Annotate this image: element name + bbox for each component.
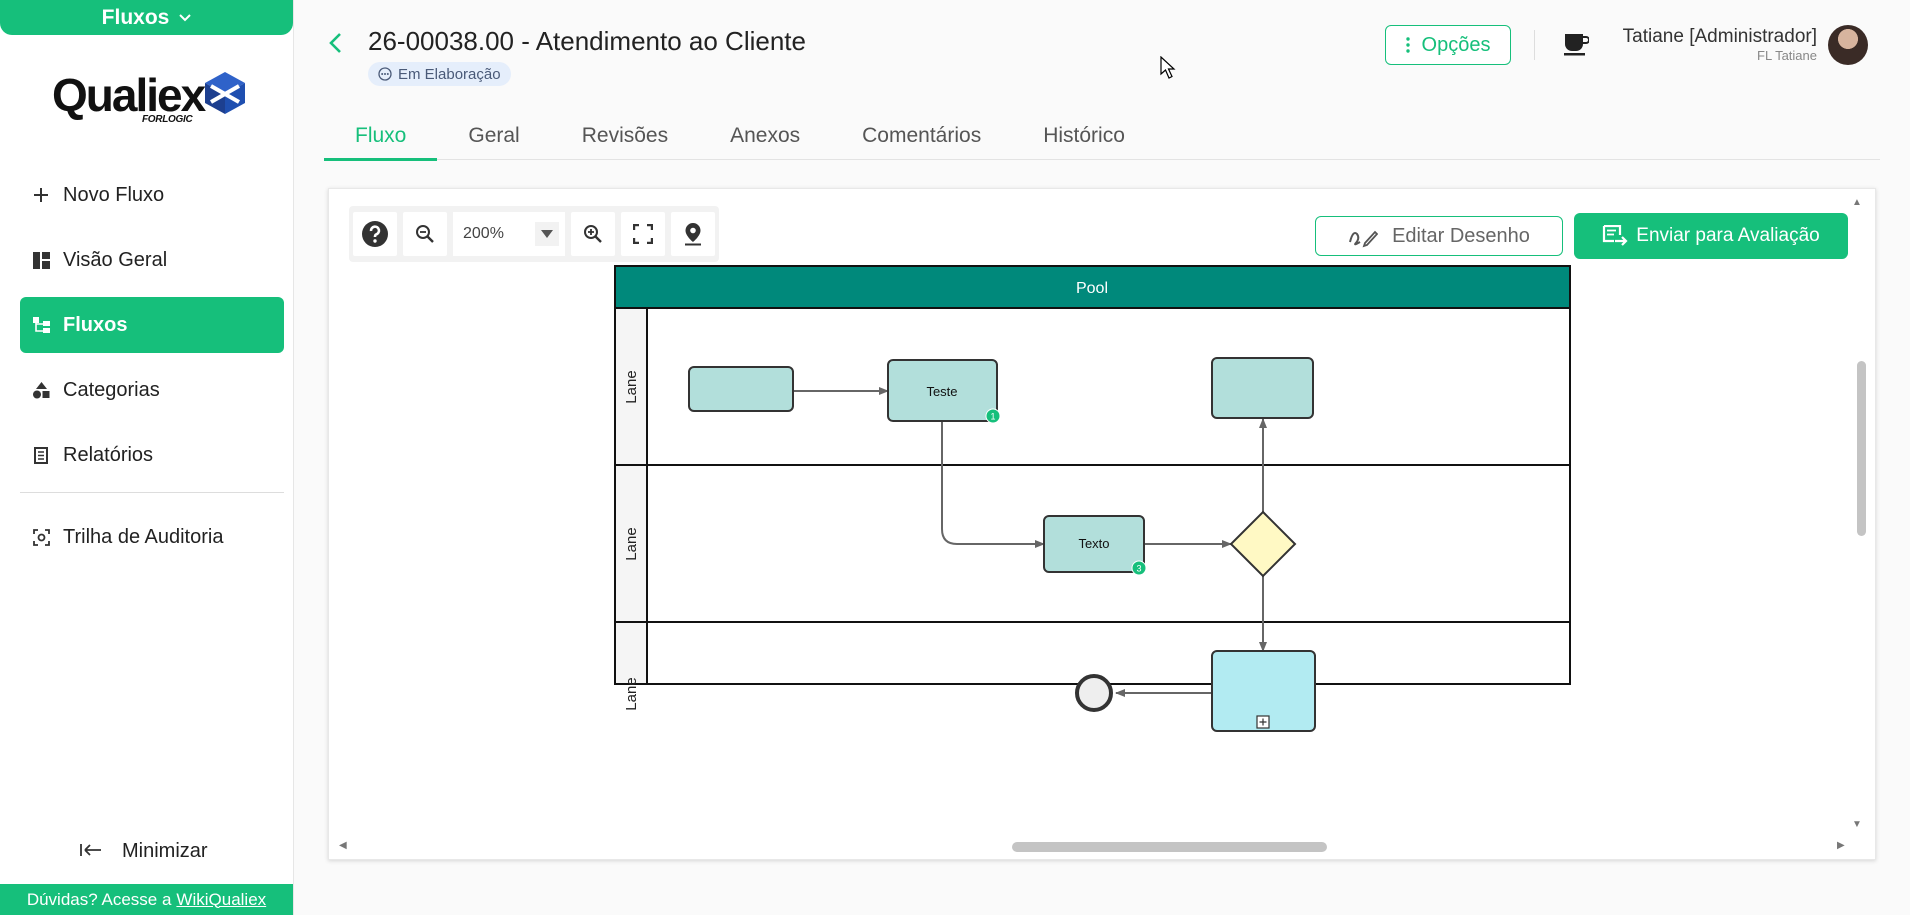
send-document-icon bbox=[1602, 225, 1628, 246]
sidebar-item-novo-fluxo[interactable]: Novo Fluxo bbox=[20, 167, 284, 223]
sidebar-item-visao-geral[interactable]: Visão Geral bbox=[20, 232, 284, 288]
edit-drawing-label: Editar Desenho bbox=[1392, 224, 1530, 247]
minimize-button[interactable]: Minimizar bbox=[80, 840, 208, 863]
task-label: Texto bbox=[1078, 536, 1109, 551]
send-for-review-label: Enviar para Avaliação bbox=[1636, 225, 1820, 246]
page-title: 26-00038.00 - Atendimento ao Cliente bbox=[368, 26, 806, 56]
app-window: Fluxos Qualiex FORLOGIC Novo Fluxo Visão… bbox=[0, 0, 1910, 915]
help-button[interactable] bbox=[353, 212, 397, 256]
sidebar-item-trilha-de-auditoria[interactable]: Trilha de Auditoria bbox=[20, 509, 284, 565]
shapes-icon bbox=[32, 381, 50, 399]
sidebar-item-fluxos[interactable]: Fluxos bbox=[20, 297, 284, 353]
coffee-icon[interactable] bbox=[1563, 32, 1590, 61]
audit-scan-icon bbox=[32, 528, 50, 546]
plus-icon bbox=[32, 186, 50, 204]
scroll-right-arrow[interactable]: ▶ bbox=[1837, 840, 1845, 851]
tab-anexos[interactable]: Anexos bbox=[699, 112, 831, 160]
tab-comentarios[interactable]: Comentários bbox=[831, 112, 1012, 160]
options-label: Opções bbox=[1421, 33, 1491, 56]
task-label: Teste bbox=[926, 384, 957, 399]
lane-label: Lane bbox=[623, 677, 640, 710]
tab-historico[interactable]: Histórico bbox=[1012, 112, 1156, 160]
tab-geral[interactable]: Geral bbox=[437, 112, 550, 160]
status-label: Em Elaboração bbox=[398, 65, 501, 83]
report-icon bbox=[32, 446, 50, 464]
sidebar: Fluxos Qualiex FORLOGIC Novo Fluxo Visão… bbox=[0, 0, 294, 915]
sidebar-nav: Novo Fluxo Visão Geral Fluxos Categorias bbox=[20, 167, 284, 574]
sidebar-item-label: Fluxos bbox=[63, 313, 128, 336]
sidebar-item-label: Categorias bbox=[63, 378, 160, 401]
zoom-out-button[interactable] bbox=[403, 212, 447, 256]
sidebar-item-relatorios[interactable]: Relatórios bbox=[20, 427, 284, 483]
location-pin-icon bbox=[685, 223, 701, 246]
zoom-value: 200% bbox=[463, 225, 504, 242]
sidebar-item-label: Novo Fluxo bbox=[63, 183, 165, 206]
header-divider bbox=[1534, 30, 1535, 60]
sidebar-item-label: Trilha de Auditoria bbox=[63, 525, 224, 548]
sidebar-item-label: Relatórios bbox=[63, 443, 154, 466]
help-circle-icon bbox=[362, 221, 388, 247]
lane-label: Lane bbox=[623, 370, 640, 403]
draw-icon bbox=[1349, 230, 1379, 248]
sidebar-divider bbox=[20, 492, 284, 493]
diagram-toolbar: 200% bbox=[349, 206, 719, 262]
kebab-menu-icon bbox=[1405, 37, 1410, 53]
collapse-left-icon bbox=[80, 840, 102, 863]
tab-revisoes[interactable]: Revisões bbox=[551, 112, 699, 160]
pending-icon bbox=[378, 67, 392, 81]
zoom-in-button[interactable] bbox=[571, 212, 615, 256]
send-for-review-button[interactable]: Enviar para Avaliação bbox=[1574, 213, 1848, 259]
edit-drawing-button[interactable]: Editar Desenho bbox=[1315, 216, 1563, 256]
help-text: Dúvidas? Acesse a bbox=[26, 889, 172, 909]
zoom-out-icon bbox=[416, 225, 434, 243]
vertical-scrollbar-thumb[interactable] bbox=[1857, 361, 1866, 536]
logo-subtitle: FORLOGIC bbox=[142, 114, 193, 125]
caret-down-icon[interactable] bbox=[535, 222, 559, 246]
module-label: Fluxos bbox=[101, 5, 170, 29]
scroll-left-arrow[interactable]: ◀ bbox=[339, 840, 347, 851]
task-empty[interactable] bbox=[688, 366, 794, 412]
scroll-down-arrow[interactable]: ▼ bbox=[1852, 819, 1862, 830]
horizontal-scrollbar-thumb[interactable] bbox=[1012, 842, 1327, 852]
scroll-up-arrow[interactable]: ▲ bbox=[1852, 197, 1862, 208]
task-badge-count: 3 bbox=[1136, 564, 1141, 574]
end-event[interactable] bbox=[1075, 674, 1113, 712]
mouse-cursor-icon bbox=[1160, 56, 1176, 79]
bpmn-diagram[interactable]: Pool Lane Lane Lane Teste 1 Texto 3 bbox=[329, 189, 1876, 860]
minimize-label: Minimizar bbox=[122, 840, 208, 862]
module-switcher[interactable]: Fluxos bbox=[0, 0, 293, 35]
pool-label: Pool bbox=[1076, 280, 1108, 297]
qualiex-logo: Qualiex FORLOGIC bbox=[50, 66, 250, 128]
wiki-link[interactable]: WikiQualiex bbox=[176, 890, 266, 910]
tab-fluxo[interactable]: Fluxo bbox=[324, 112, 438, 161]
sidebar-item-categorias[interactable]: Categorias bbox=[20, 362, 284, 418]
diagram-canvas[interactable]: Pool Lane Lane Lane Teste 1 Texto 3 200%… bbox=[328, 188, 1876, 860]
chevron-left-icon bbox=[329, 33, 341, 53]
locate-button[interactable] bbox=[671, 212, 715, 256]
options-button[interactable]: Opções bbox=[1385, 25, 1511, 65]
dashboard-icon bbox=[32, 251, 50, 269]
zoom-select[interactable]: 200% bbox=[453, 212, 565, 256]
user-company: FL Tatiane bbox=[1757, 48, 1817, 63]
chevron-down-icon bbox=[179, 10, 192, 25]
help-bar: Dúvidas? Acesse a WikiQualiex bbox=[0, 884, 293, 915]
lane-label: Lane bbox=[623, 527, 640, 560]
sidebar-item-label: Visão Geral bbox=[63, 248, 168, 271]
task-empty[interactable] bbox=[1211, 357, 1314, 419]
status-badge: Em Elaboração bbox=[368, 62, 511, 86]
tab-bar: Fluxo Geral Revisões Anexos Comentários … bbox=[324, 112, 1880, 161]
back-button[interactable] bbox=[326, 28, 346, 58]
flow-icon bbox=[32, 316, 50, 334]
user-name[interactable]: Tatiane [Administrador] bbox=[1623, 26, 1817, 48]
avatar[interactable] bbox=[1828, 25, 1868, 65]
zoom-in-icon bbox=[584, 225, 602, 243]
cube-logo-icon bbox=[205, 72, 245, 114]
task-badge-count: 1 bbox=[990, 412, 995, 422]
fit-screen-button[interactable] bbox=[621, 212, 665, 256]
lane-label-column bbox=[614, 307, 648, 685]
fullscreen-icon bbox=[633, 224, 653, 244]
